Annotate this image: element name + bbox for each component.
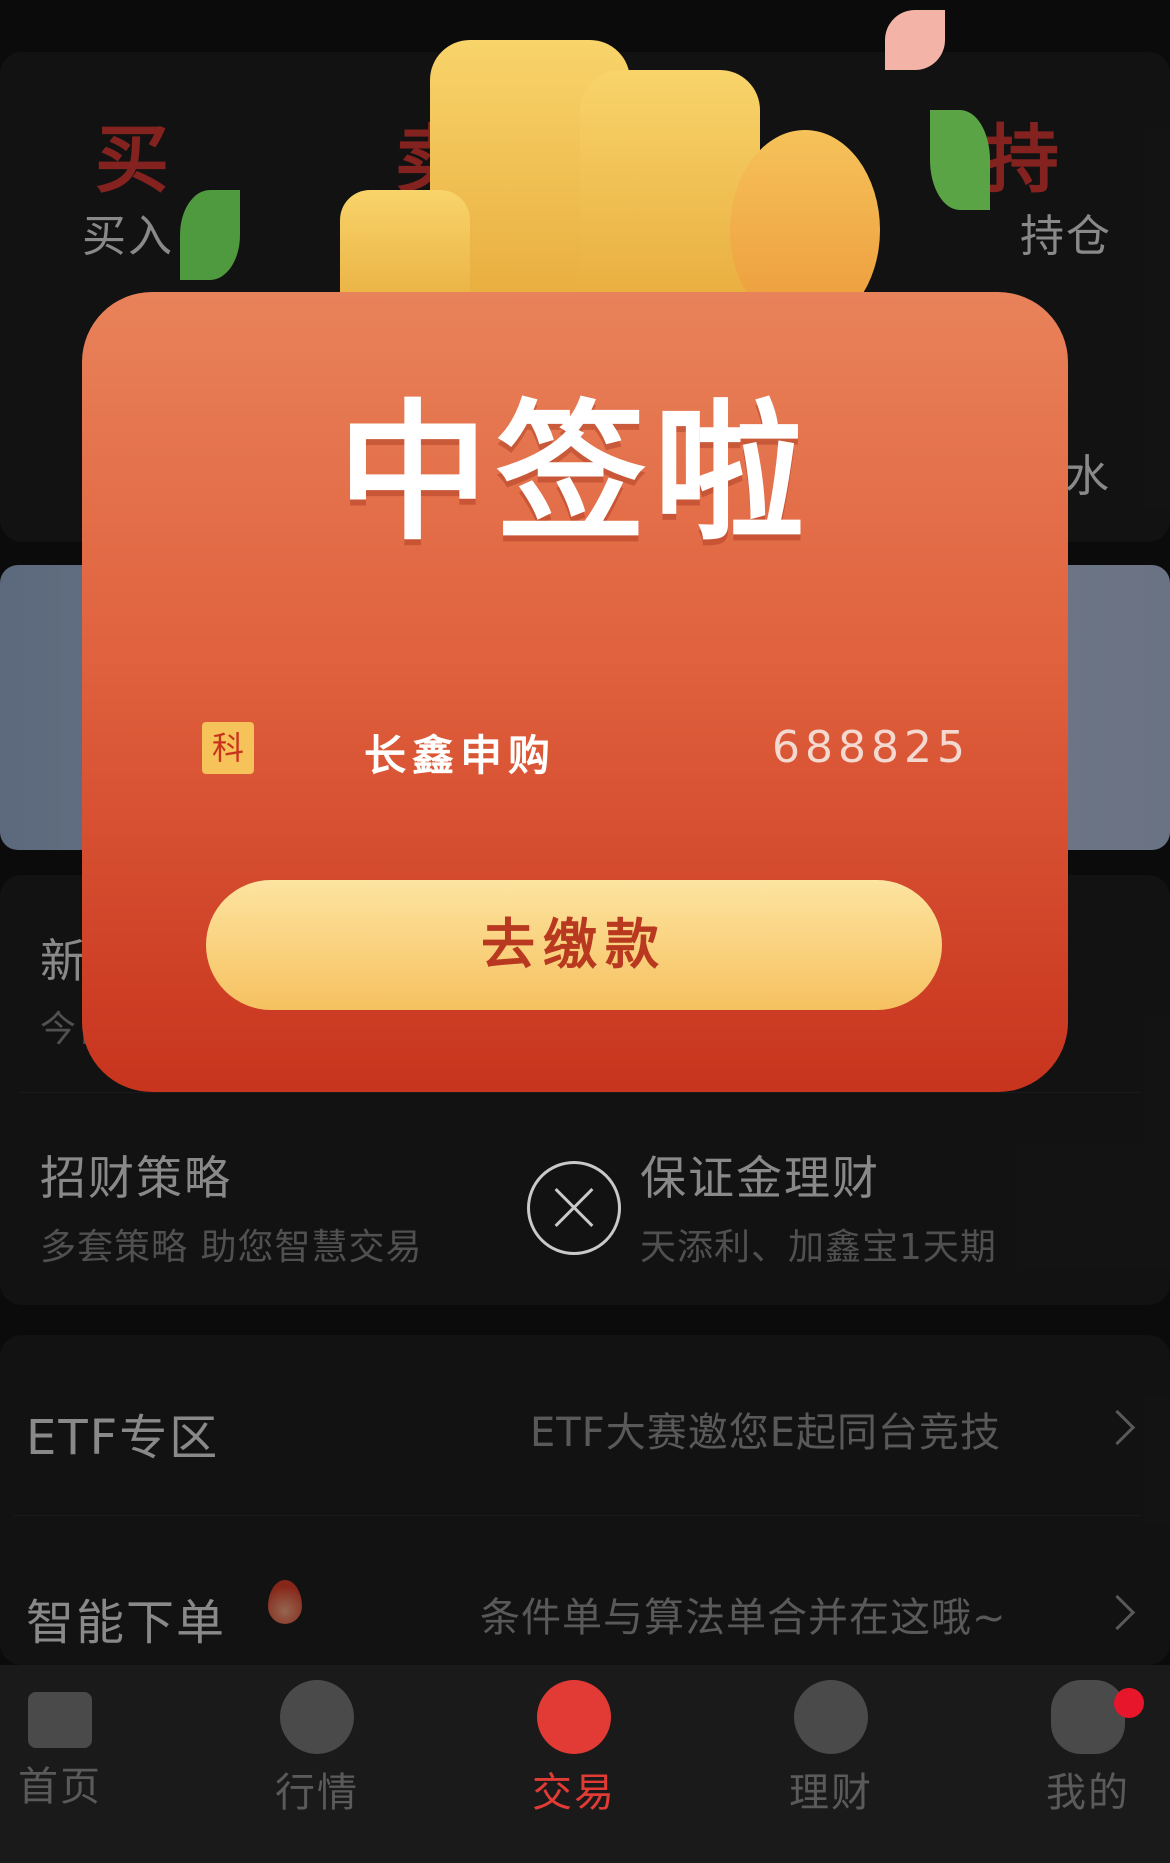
tab-label: 理财	[789, 1770, 873, 1816]
petal-icon	[885, 10, 945, 70]
close-icon[interactable]	[527, 1161, 621, 1255]
diamond-icon	[794, 1680, 868, 1754]
bull-avatar-icon	[1051, 1680, 1125, 1754]
gold-coin-illustration	[330, 30, 890, 330]
market-trend-icon	[280, 1680, 354, 1754]
tab-finance[interactable]: 理财	[751, 1680, 911, 1818]
popup-headline: 中签啦	[337, 387, 812, 561]
pay-button[interactable]: 去缴款	[206, 880, 942, 1010]
leaf-icon	[930, 110, 990, 210]
leaf-icon	[180, 190, 240, 280]
stock-code: 688825	[772, 722, 970, 773]
tab-label: 行情	[275, 1770, 359, 1816]
pay-button-label: 去缴款	[481, 913, 667, 976]
tab-market[interactable]: 行情	[237, 1680, 397, 1818]
notification-badge	[1114, 1688, 1144, 1718]
tab-label: 首页	[18, 1764, 102, 1810]
star-board-badge: 科	[202, 722, 254, 774]
tab-home[interactable]: 首页	[0, 1680, 140, 1812]
tab-mine[interactable]: 我的	[1008, 1680, 1168, 1818]
home-icon	[28, 1692, 92, 1748]
tab-label: 交易	[532, 1770, 616, 1816]
trade-exchange-icon	[537, 1680, 611, 1754]
lottery-win-popup: 中签啦 科 长鑫申购 688825 去缴款	[82, 292, 1068, 1092]
tab-label: 我的	[1046, 1770, 1130, 1816]
tab-trade[interactable]: 交易	[494, 1680, 654, 1818]
stock-name: 长鑫申购	[364, 731, 557, 780]
